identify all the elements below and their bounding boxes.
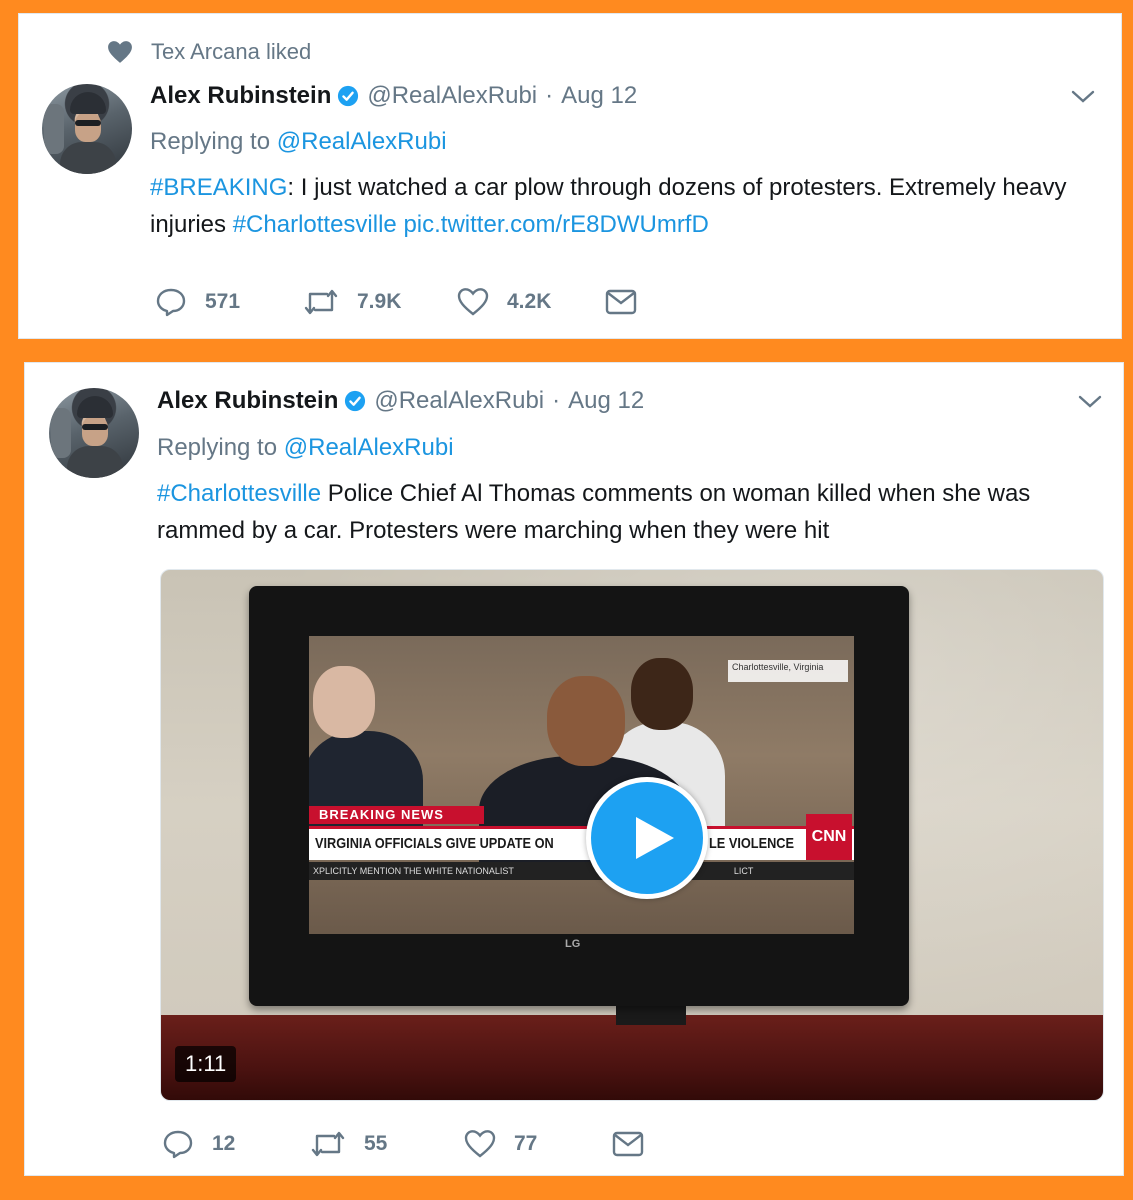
replying-prefix: Replying to bbox=[150, 128, 271, 155]
envelope-icon bbox=[605, 289, 637, 315]
tv-headline-bar: VIRGINIA OFFICIALS GIVE UPDATE ON LE VIO… bbox=[309, 826, 854, 860]
separator-dot: · bbox=[545, 82, 554, 109]
hashtag-charlottesville-link[interactable]: #Charlottesville bbox=[233, 211, 397, 238]
replying-to: Replying to @RealAlexRubi bbox=[150, 128, 447, 156]
like-button[interactable]: 4.2K bbox=[457, 287, 605, 317]
author-handle[interactable]: @RealAlexRubi bbox=[367, 82, 537, 110]
reply-count: 571 bbox=[205, 290, 241, 313]
tweet-header: Alex Rubinstein @RealAlexRubi · Aug 12 bbox=[157, 387, 644, 415]
author-name[interactable]: Alex Rubinstein bbox=[150, 82, 331, 110]
author-name[interactable]: Alex Rubinstein bbox=[157, 387, 338, 415]
tv-frame: Charlottesville, Virginia BREAKING NEWS … bbox=[249, 586, 909, 1006]
chevron-down-icon[interactable] bbox=[1071, 90, 1095, 104]
like-count: 77 bbox=[514, 1132, 538, 1155]
counter-surface bbox=[161, 1015, 1103, 1100]
social-context: Tex Arcana liked bbox=[107, 39, 311, 65]
retweet-icon bbox=[311, 1131, 345, 1157]
video-player[interactable]: Charlottesville, Virginia BREAKING NEWS … bbox=[160, 569, 1104, 1101]
tweet-text: #BREAKING: I just watched a car plow thr… bbox=[150, 169, 1100, 243]
chevron-down-icon[interactable] bbox=[1078, 395, 1102, 409]
tv-ticker-right: LICT bbox=[733, 866, 754, 876]
retweet-icon bbox=[304, 289, 338, 315]
tv-headline-left: VIRGINIA OFFICIALS GIVE UPDATE ON bbox=[315, 835, 554, 852]
separator-dot: · bbox=[552, 387, 561, 414]
tweet-card[interactable]: Tex Arcana liked Alex Rubinstein @RealAl… bbox=[18, 13, 1122, 339]
reply-icon bbox=[156, 288, 186, 317]
retweet-count: 55 bbox=[364, 1132, 388, 1155]
video-duration: 1:11 bbox=[175, 1046, 237, 1082]
author-handle[interactable]: @RealAlexRubi bbox=[374, 387, 544, 415]
reply-count: 12 bbox=[212, 1132, 236, 1155]
tweet-text: #Charlottesville Police Chief Al Thomas … bbox=[157, 475, 1092, 549]
envelope-icon bbox=[612, 1131, 644, 1157]
pic-link[interactable]: pic.twitter.com/rE8DWUmrfD bbox=[397, 211, 708, 238]
like-button[interactable]: 77 bbox=[464, 1129, 612, 1159]
tv-screen: Charlottesville, Virginia BREAKING NEWS … bbox=[309, 636, 854, 934]
replying-to: Replying to @RealAlexRubi bbox=[157, 434, 454, 462]
tweet-date[interactable]: Aug 12 bbox=[561, 82, 637, 110]
play-icon bbox=[636, 817, 674, 859]
play-button[interactable] bbox=[586, 777, 708, 899]
social-context-text: Tex Arcana liked bbox=[151, 39, 312, 64]
hashtag-charlottesville-link[interactable]: #Charlottesville bbox=[157, 480, 321, 507]
tweet-date[interactable]: Aug 12 bbox=[568, 387, 644, 415]
verified-icon bbox=[345, 390, 366, 412]
retweet-button[interactable]: 55 bbox=[310, 1130, 464, 1158]
replying-handle-link[interactable]: @RealAlexRubi bbox=[284, 434, 454, 461]
replying-handle-link[interactable]: @RealAlexRubi bbox=[277, 128, 447, 155]
verified-icon bbox=[338, 85, 359, 107]
like-count: 4.2K bbox=[507, 290, 552, 313]
tv-breaking-label: BREAKING NEWS bbox=[309, 806, 484, 824]
tv-headline-right: LE VIOLENCE bbox=[709, 835, 795, 852]
hashtag-breaking-link[interactable]: #BREAKING bbox=[150, 174, 287, 201]
reply-icon bbox=[163, 1130, 193, 1159]
retweet-count: 7.9K bbox=[357, 290, 402, 313]
retweet-button[interactable]: 7.9K bbox=[303, 288, 457, 316]
reply-button[interactable]: 12 bbox=[162, 1129, 310, 1159]
avatar[interactable] bbox=[49, 388, 139, 478]
tv-ticker: XPLICITLY MENTION THE WHITE NATIONALIST L… bbox=[309, 862, 854, 880]
heart-icon bbox=[108, 41, 132, 63]
lg-logo: LG bbox=[565, 938, 581, 950]
tweet-card[interactable]: Alex Rubinstein @RealAlexRubi · Aug 12 R… bbox=[24, 362, 1124, 1176]
direct-message-button[interactable] bbox=[612, 1131, 644, 1157]
heart-outline-icon bbox=[464, 1130, 496, 1158]
tweet-header: Alex Rubinstein @RealAlexRubi · Aug 12 bbox=[150, 82, 637, 110]
tv-ticker-text: XPLICITLY MENTION THE WHITE NATIONALIST bbox=[313, 866, 514, 876]
tweet-actions: 571 7.9K 4.2K bbox=[155, 287, 637, 317]
replying-prefix: Replying to bbox=[157, 434, 278, 461]
tv-location-label: Charlottesville, Virginia bbox=[728, 660, 848, 682]
heart-outline-icon bbox=[457, 288, 489, 316]
avatar[interactable] bbox=[42, 84, 132, 174]
reply-button[interactable]: 571 bbox=[155, 287, 303, 317]
direct-message-button[interactable] bbox=[605, 289, 637, 315]
cnn-logo: CNN bbox=[806, 814, 852, 860]
tweet-actions: 12 55 77 bbox=[162, 1129, 644, 1159]
